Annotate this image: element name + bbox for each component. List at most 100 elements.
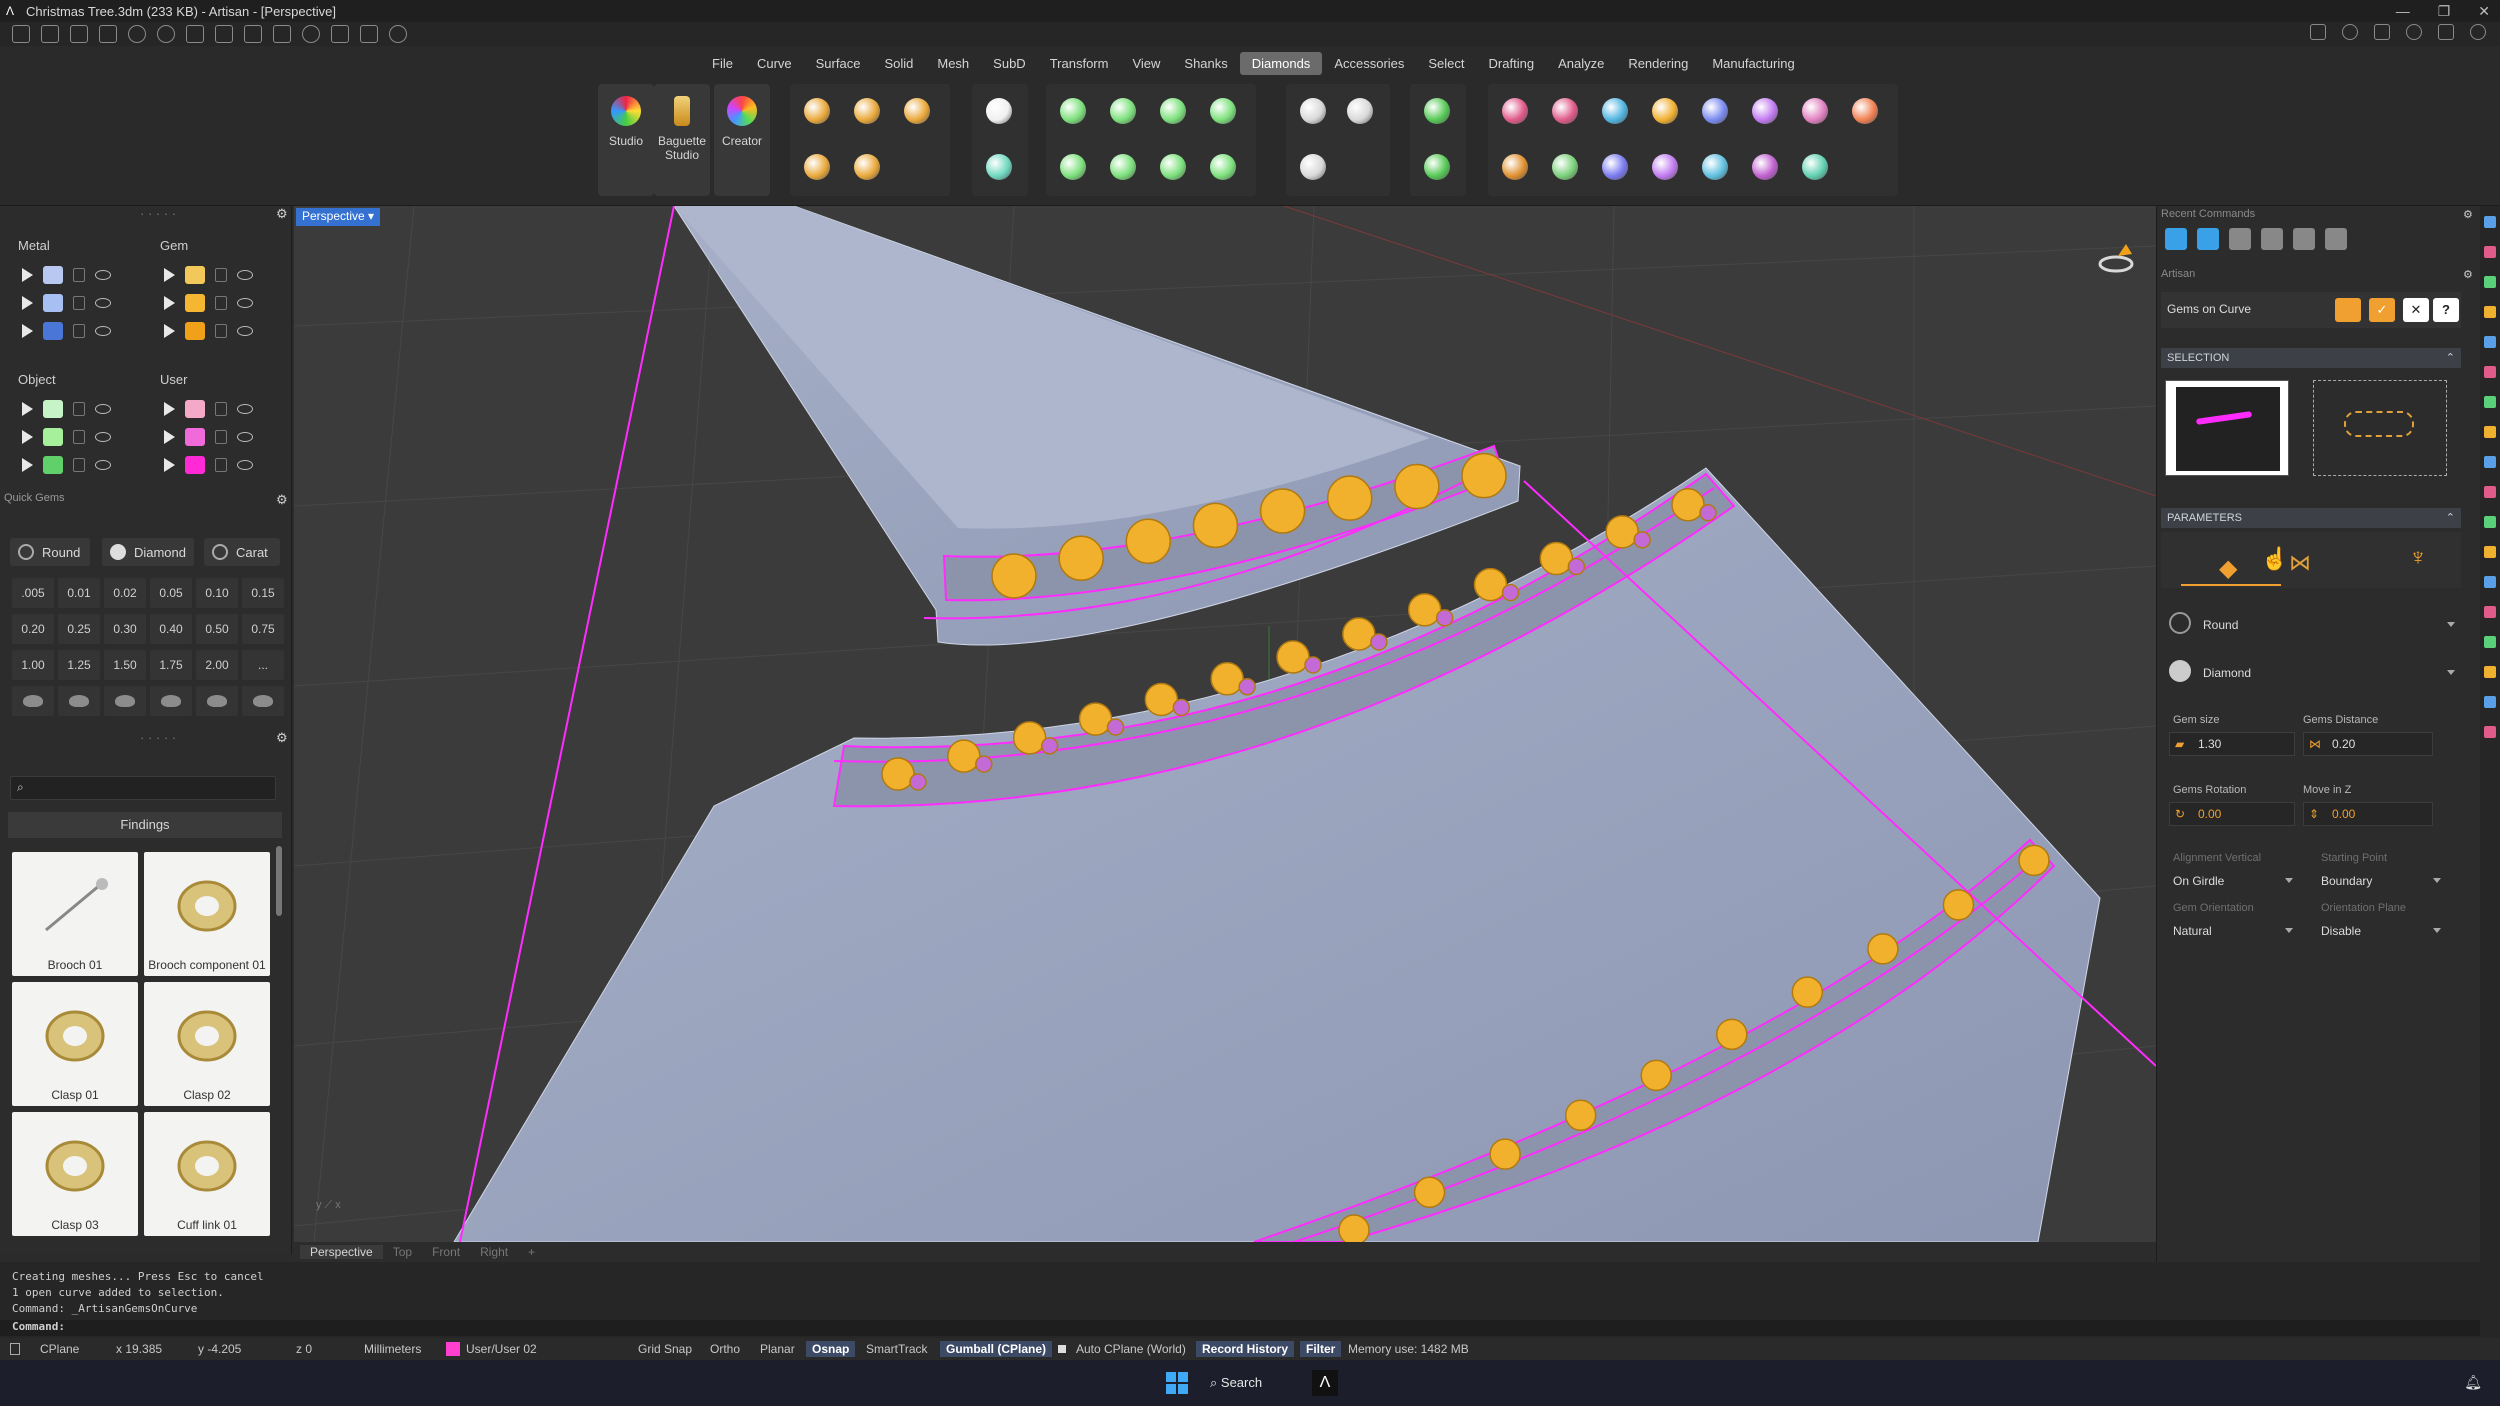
notification-bell-icon[interactable]: 🔔︎ bbox=[2464, 1374, 2482, 1391]
lock-icon[interactable] bbox=[73, 268, 85, 282]
panel-toggle-icon[interactable] bbox=[10, 1343, 20, 1355]
lock-icon[interactable] bbox=[215, 324, 227, 338]
filter-toggle[interactable]: Filter bbox=[1300, 1341, 1342, 1357]
library-search-input[interactable]: ⌕ bbox=[10, 776, 276, 800]
lock-icon[interactable] bbox=[215, 430, 227, 444]
help-button[interactable]: ? bbox=[2433, 298, 2459, 322]
metal-layer-row[interactable] bbox=[22, 262, 111, 288]
side-tool-icon[interactable] bbox=[2484, 666, 2496, 678]
ortho-toggle[interactable]: Ortho bbox=[710, 1341, 740, 1357]
gem-cut-option[interactable] bbox=[150, 686, 192, 716]
viewport-label[interactable]: Perspective ▾ bbox=[296, 208, 381, 226]
quick-gems-gear-icon[interactable]: ⚙ bbox=[276, 492, 288, 508]
maximize-icon[interactable]: ❐ bbox=[2438, 3, 2451, 20]
carat-option[interactable]: 0.40 bbox=[150, 614, 192, 644]
ring-orient-icon[interactable] bbox=[2096, 236, 2136, 276]
eye-icon[interactable] bbox=[95, 298, 111, 308]
side-tool-icon[interactable] bbox=[2484, 636, 2496, 648]
pave-button[interactable] bbox=[1292, 90, 1334, 132]
units-label[interactable]: Millimeters bbox=[364, 1341, 421, 1357]
gem-color-swatch[interactable] bbox=[185, 294, 205, 312]
eye-icon[interactable] bbox=[95, 326, 111, 336]
eye-icon[interactable] bbox=[95, 432, 111, 442]
menu-select[interactable]: Select bbox=[1416, 52, 1476, 75]
single-gem-button[interactable] bbox=[978, 90, 1020, 132]
object-color-swatch[interactable] bbox=[43, 456, 63, 474]
carat-option[interactable]: 0.10 bbox=[196, 578, 238, 608]
play-icon[interactable] bbox=[164, 458, 175, 472]
eye-icon[interactable] bbox=[237, 404, 253, 414]
redo-icon[interactable] bbox=[157, 25, 175, 43]
gem-color-swatch[interactable] bbox=[185, 322, 205, 340]
smarttrack-toggle[interactable]: SmartTrack bbox=[866, 1341, 928, 1357]
menu-transform[interactable]: Transform bbox=[1038, 52, 1121, 75]
carat-option[interactable]: 0.25 bbox=[58, 614, 100, 644]
pave-3-button[interactable] bbox=[1292, 146, 1334, 188]
snap-icon[interactable] bbox=[302, 25, 320, 43]
viewport-tab[interactable]: Top bbox=[383, 1245, 422, 1259]
user-color-swatch[interactable] bbox=[185, 400, 205, 418]
starting-point-dropdown[interactable]: Boundary bbox=[2321, 870, 2445, 892]
eye-icon[interactable] bbox=[237, 298, 253, 308]
user-color-swatch[interactable] bbox=[185, 428, 205, 446]
play-icon[interactable] bbox=[164, 430, 175, 444]
side-tool-icon[interactable] bbox=[2484, 426, 2496, 438]
gem-cut-option[interactable] bbox=[58, 686, 100, 716]
gem-cut-option[interactable] bbox=[12, 686, 54, 716]
gem-align-button[interactable] bbox=[1744, 146, 1786, 188]
gems-distance-input[interactable]: ⋈ 0.20 bbox=[2303, 732, 2433, 756]
selection-section[interactable]: SELECTION ⌃ bbox=[2161, 348, 2461, 368]
material-dropdown[interactable]: Diamond bbox=[2169, 660, 2459, 684]
orientation-plane-dropdown[interactable]: Disable bbox=[2321, 920, 2445, 942]
transform-icon[interactable] bbox=[331, 25, 349, 43]
play-icon[interactable] bbox=[22, 458, 33, 472]
carat-option[interactable]: 0.50 bbox=[196, 614, 238, 644]
panel-gear-icon[interactable]: ⚙ bbox=[276, 206, 288, 222]
analyze-gem-button[interactable] bbox=[1494, 90, 1536, 132]
gem-cut-option[interactable] bbox=[196, 686, 238, 716]
user-layer-row[interactable] bbox=[164, 424, 253, 450]
cplane-label[interactable]: CPlane bbox=[40, 1341, 79, 1357]
play-icon[interactable] bbox=[22, 324, 33, 338]
object-color-swatch[interactable] bbox=[43, 428, 63, 446]
eye-icon[interactable] bbox=[237, 270, 253, 280]
cloud-icon[interactable] bbox=[2374, 24, 2390, 40]
eye-icon[interactable] bbox=[237, 432, 253, 442]
user-icon[interactable] bbox=[2470, 24, 2486, 40]
move-z-input[interactable]: ⇕ 0.00 bbox=[2303, 802, 2433, 826]
side-tool-icon[interactable] bbox=[2484, 366, 2496, 378]
lock-icon[interactable] bbox=[73, 430, 85, 444]
path-button[interactable] bbox=[796, 146, 838, 188]
carat-option[interactable]: 1.75 bbox=[150, 650, 192, 680]
artisan-gear-icon[interactable]: ⚙ bbox=[2463, 268, 2473, 281]
save-icon[interactable] bbox=[186, 25, 204, 43]
object-layer-row[interactable] bbox=[22, 452, 111, 478]
prong-recent-icon[interactable] bbox=[2261, 228, 2283, 250]
taskbar-search-button[interactable]: ⌕ Search bbox=[1210, 1370, 1290, 1396]
play-icon[interactable] bbox=[22, 296, 33, 310]
bezel-2-button[interactable] bbox=[1102, 90, 1144, 132]
side-tool-icon[interactable] bbox=[2484, 246, 2496, 258]
library-scrollbar[interactable] bbox=[276, 846, 282, 916]
open-folder-icon[interactable] bbox=[99, 25, 117, 43]
bezel-button[interactable] bbox=[1052, 90, 1094, 132]
menu-shanks[interactable]: Shanks bbox=[1172, 52, 1239, 75]
prong-button[interactable] bbox=[1202, 90, 1244, 132]
viewport-tab[interactable]: Right bbox=[470, 1245, 518, 1259]
cutter-button[interactable] bbox=[1416, 90, 1458, 132]
menu-accessories[interactable]: Accessories bbox=[1322, 52, 1416, 75]
viewport-tab[interactable]: Front bbox=[422, 1245, 470, 1259]
play-icon[interactable] bbox=[164, 296, 175, 310]
refresh-button[interactable] bbox=[2335, 298, 2361, 322]
menu-surface[interactable]: Surface bbox=[804, 52, 873, 75]
perspective-viewport[interactable]: Perspective ▾ y ⟋ x bbox=[294, 206, 2156, 1242]
play-icon[interactable] bbox=[22, 430, 33, 444]
planar-toggle[interactable]: Planar bbox=[760, 1341, 795, 1357]
finding-tile[interactable]: Brooch component 01 bbox=[144, 852, 270, 976]
carat-option[interactable]: 1.50 bbox=[104, 650, 146, 680]
carat-option[interactable]: 0.05 bbox=[150, 578, 192, 608]
auto-cplane-checkbox[interactable] bbox=[1058, 1345, 1066, 1353]
bezel-3-button[interactable] bbox=[1052, 146, 1094, 188]
studio-button[interactable]: Studio bbox=[598, 84, 654, 196]
carat-option[interactable]: 1.00 bbox=[12, 650, 54, 680]
